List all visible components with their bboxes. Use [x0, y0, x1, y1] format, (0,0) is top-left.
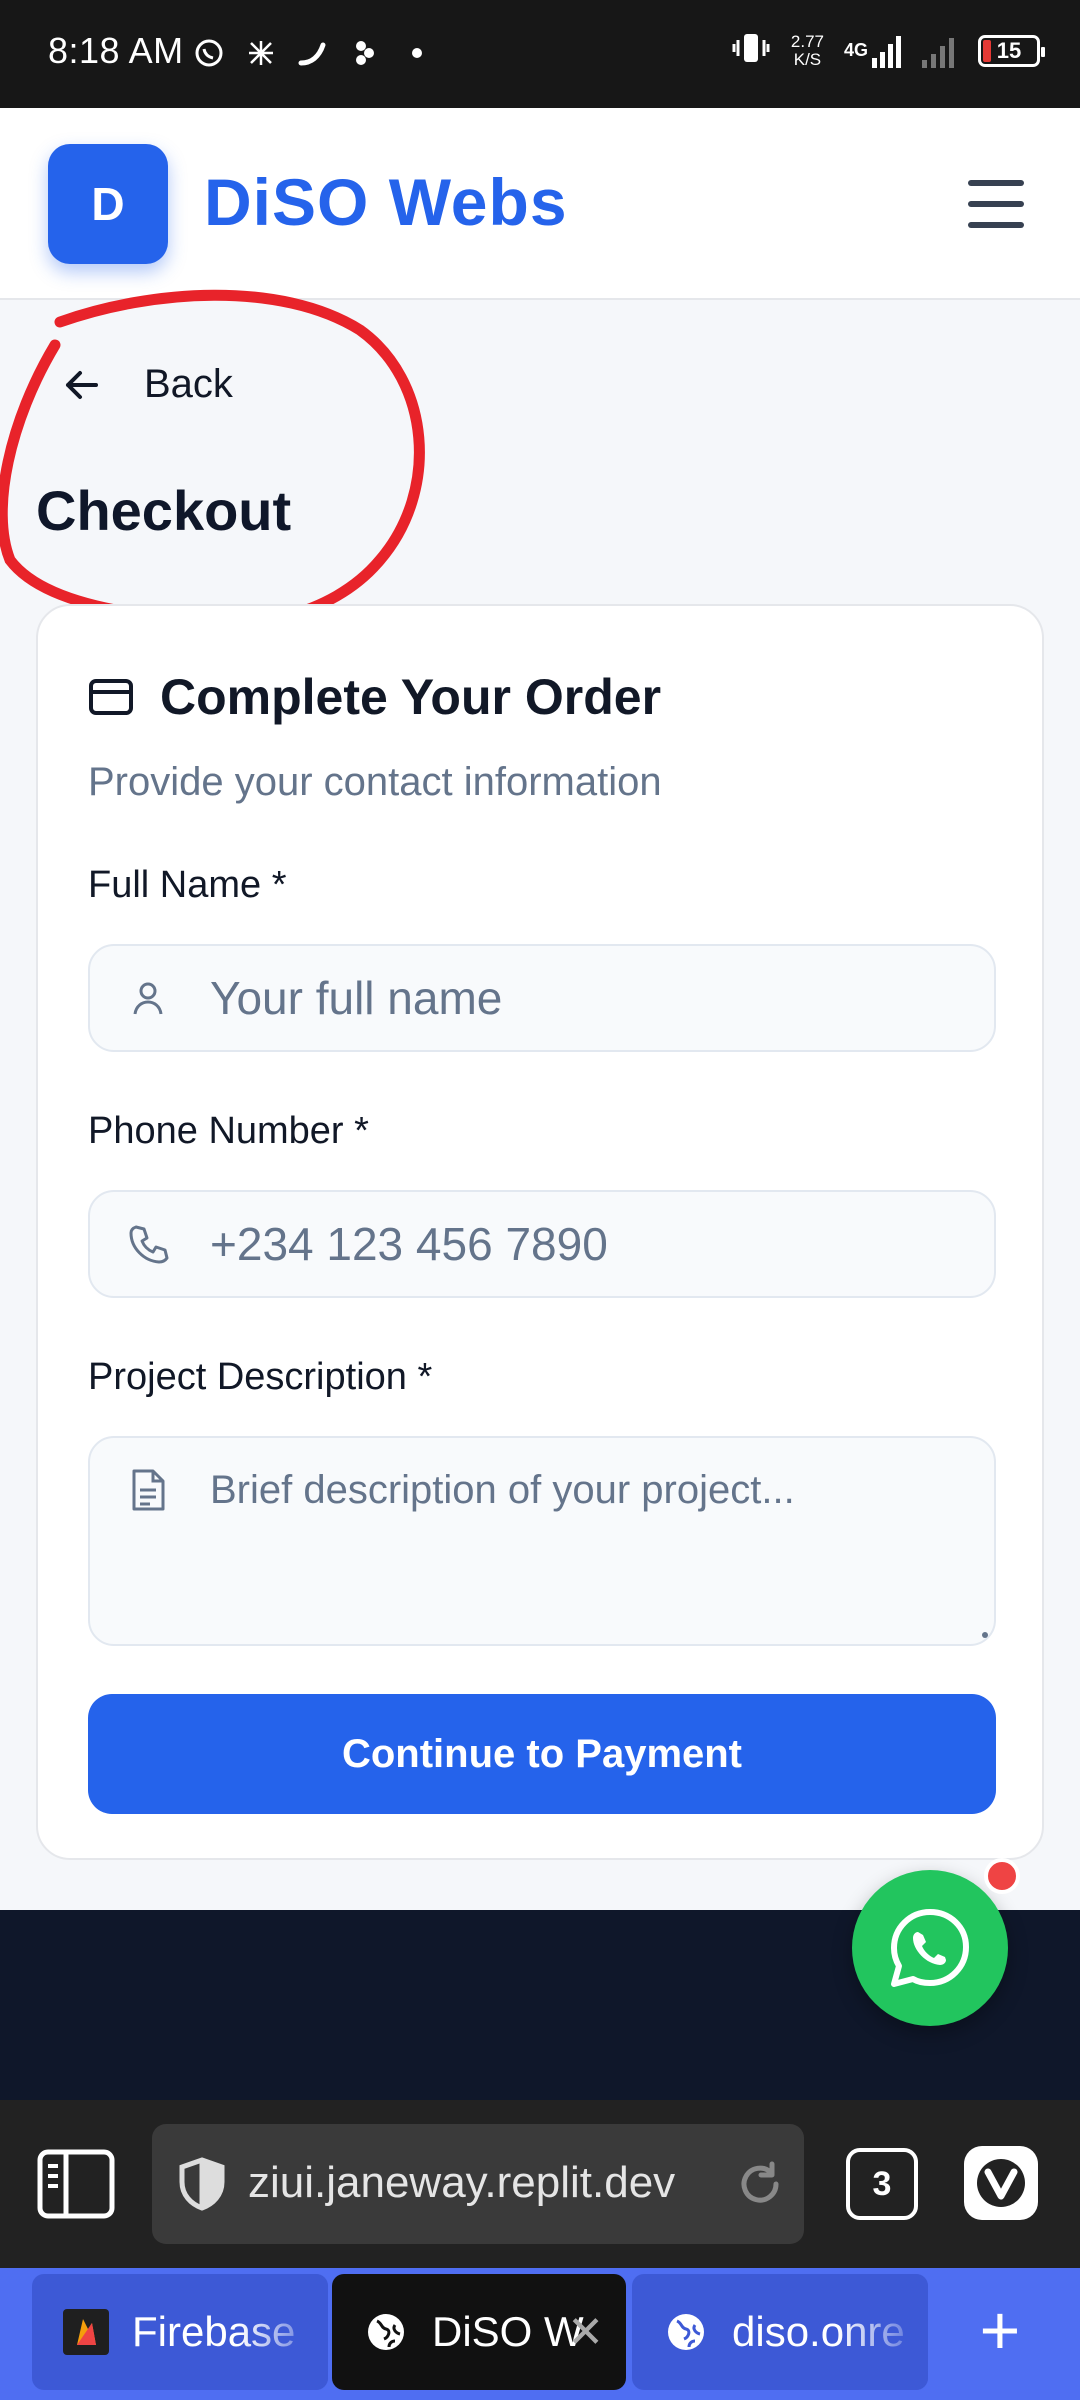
- whatsapp-notification-icon: [192, 36, 226, 70]
- battery-level: 15: [996, 37, 1022, 63]
- notification-icons: [192, 36, 434, 70]
- battery-icon: 15: [978, 34, 1045, 67]
- tab-firebase[interactable]: Firebase: [32, 2274, 328, 2390]
- tab-diso-onrender[interactable]: diso.onre: [632, 2274, 928, 2390]
- status-right: 2.77 K/S 4G 15: [731, 30, 1045, 71]
- menu-line: [968, 180, 1024, 186]
- logo-badge[interactable]: D: [48, 144, 168, 264]
- menu-line: [968, 222, 1024, 228]
- url-text: ziui.janeway.replit.dev: [248, 2158, 676, 2207]
- globe-icon: [662, 2308, 710, 2356]
- credit-card-icon: [89, 679, 133, 715]
- firebase-icon: [62, 2308, 110, 2356]
- notification-dot: [984, 1858, 1020, 1894]
- net-speed-unit: K/S: [793, 49, 822, 69]
- continue-to-payment-button[interactable]: Continue to Payment: [88, 1694, 996, 1814]
- card-subtitle: Provide your contact information: [88, 760, 662, 804]
- description-label: Project Description *: [88, 1356, 433, 1398]
- phone-icon: [126, 1222, 170, 1266]
- brand-name[interactable]: DiSO Webs: [204, 164, 568, 240]
- phone-label: Phone Number *: [88, 1110, 369, 1152]
- net-speed-value: 2.77: [790, 31, 824, 51]
- whatsapp-chat-button[interactable]: [852, 1870, 1008, 2026]
- signal-strength-icon: [872, 35, 901, 68]
- app-notification-icon: [244, 36, 278, 70]
- secondary-signal-icon: [922, 37, 954, 68]
- user-icon: [126, 976, 170, 1020]
- phone-placeholder: +234 123 456 7890: [210, 1218, 608, 1270]
- hamburger-menu-button[interactable]: [968, 180, 1024, 228]
- reload-icon[interactable]: [734, 2158, 786, 2210]
- address-bar[interactable]: ziui.janeway.replit.dev: [152, 2124, 804, 2244]
- description-textarea[interactable]: Brief description of your project...: [88, 1436, 996, 1646]
- network-type: 4G: [844, 34, 902, 68]
- browser-tab-strip: Firebase DiSO W ✕ diso.onre +: [0, 2268, 1080, 2400]
- checkout-card: Complete Your Order Provide your contact…: [36, 604, 1044, 1860]
- full-name-label: Full Name *: [88, 864, 287, 906]
- pepper-notification-icon: [296, 36, 330, 70]
- page-title: Checkout: [36, 479, 292, 542]
- status-bar: 8:18 AM 2.77 K/S 4G 15: [0, 0, 1080, 108]
- description-placeholder: Brief description of your project...: [210, 1468, 795, 1512]
- full-name-input[interactable]: Your full name: [88, 944, 996, 1052]
- card-title-text: Complete Your Order: [160, 669, 662, 725]
- more-notifications-dot-icon: [400, 36, 434, 70]
- tab-count-button[interactable]: 3: [846, 2148, 918, 2220]
- net-speed: 2.77 K/S: [790, 31, 824, 69]
- document-icon: [126, 1468, 170, 1512]
- card-title: Complete Your Order: [88, 668, 661, 726]
- resize-handle[interactable]: [982, 1632, 988, 1638]
- site-header: D DiSO Webs: [0, 108, 1080, 300]
- tab-title: DiSO W: [432, 2308, 584, 2355]
- status-time: 8:18 AM: [48, 30, 184, 71]
- full-name-placeholder: Your full name: [210, 972, 503, 1024]
- globe-icon: [362, 2308, 410, 2356]
- tab-diso-webs-active[interactable]: DiSO W ✕: [332, 2274, 626, 2390]
- sidebar-panel-icon[interactable]: [36, 2148, 116, 2220]
- network-label: 4G: [843, 40, 868, 60]
- close-tab-icon[interactable]: ✕: [567, 2307, 604, 2358]
- arrow-left-icon: [66, 370, 98, 399]
- annotation-circle: [0, 289, 425, 629]
- menu-line: [968, 201, 1024, 207]
- cluster-notification-icon: [348, 36, 382, 70]
- vivaldi-menu-icon[interactable]: [964, 2146, 1038, 2220]
- phone-input[interactable]: +234 123 456 7890: [88, 1190, 996, 1298]
- vibrate-icon: [731, 30, 771, 71]
- back-label: Back: [144, 362, 233, 406]
- back-button[interactable]: Back: [60, 362, 233, 407]
- new-tab-button[interactable]: +: [968, 2295, 1032, 2365]
- shield-icon[interactable]: [172, 2154, 232, 2214]
- browser-toolbar: ziui.janeway.replit.dev 3: [0, 2100, 1080, 2268]
- whatsapp-icon: [891, 1909, 969, 1987]
